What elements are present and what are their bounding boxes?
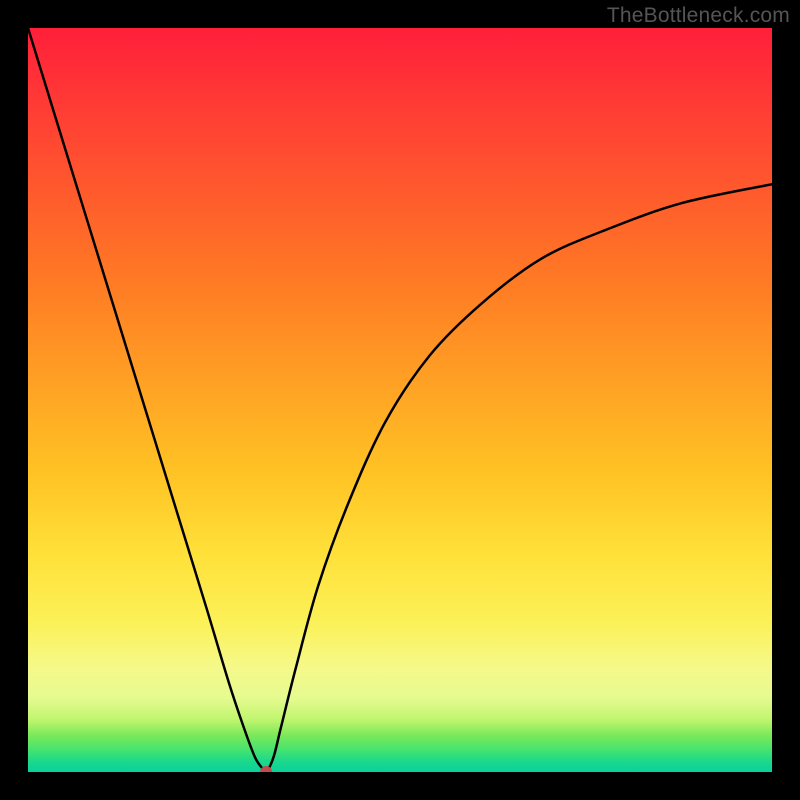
plot-area (28, 28, 772, 772)
bottleneck-curve (28, 28, 772, 772)
chart-svg (28, 28, 772, 772)
watermark-text: TheBottleneck.com (607, 4, 790, 28)
chart-frame: TheBottleneck.com (0, 0, 800, 800)
